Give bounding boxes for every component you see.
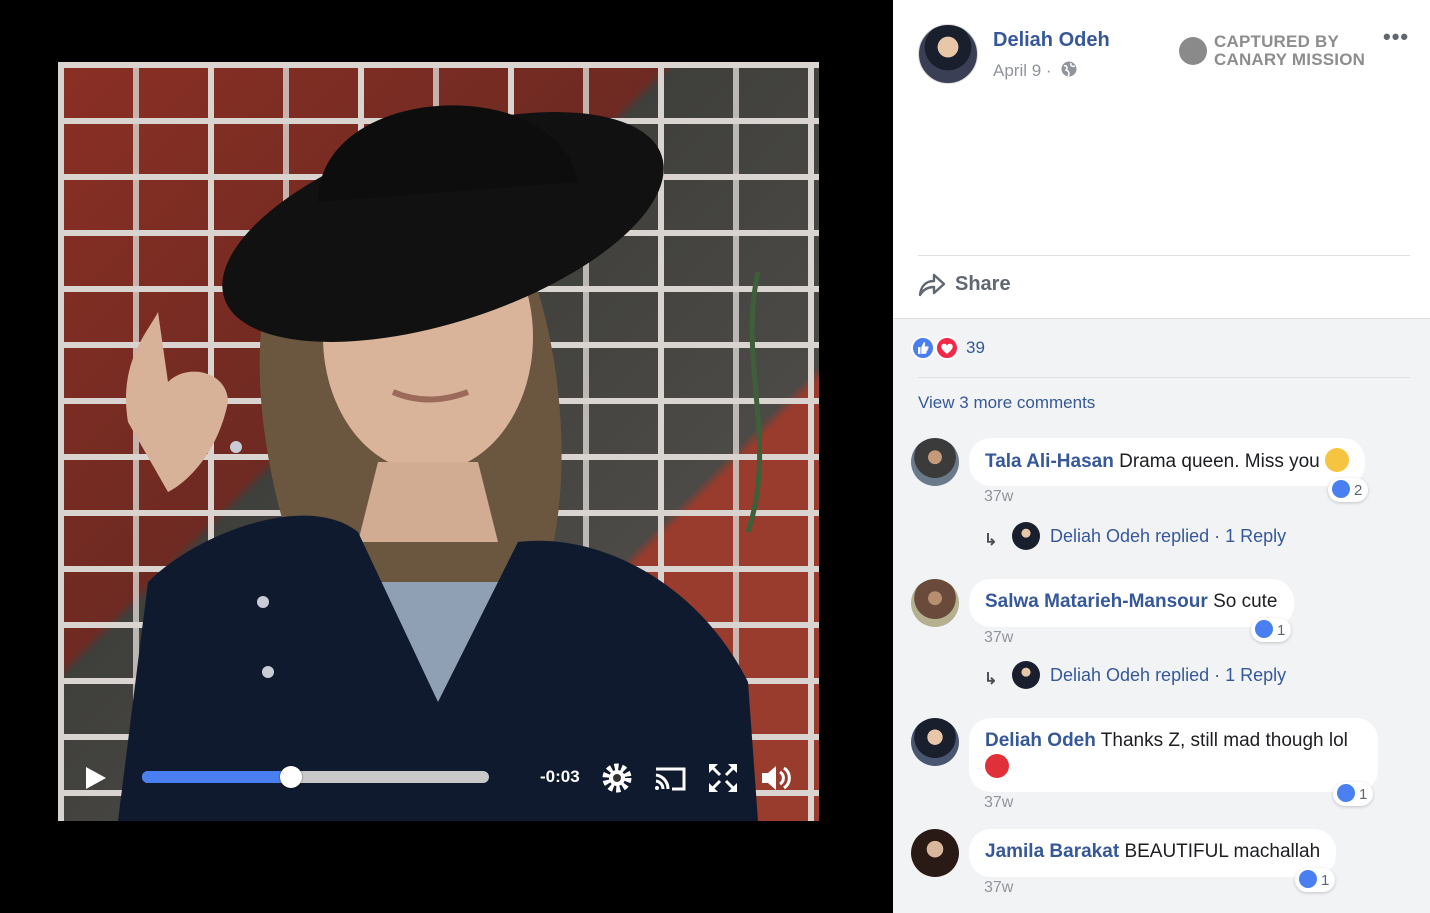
post-header: Deliah Odeh April 9 · CAPTURED BY CANARY… [893,0,1430,318]
reply-text: Deliah Odeh replied · 1 Reply [1050,526,1287,546]
commenter-avatar[interactable] [911,829,959,877]
video-frame-person [118,105,763,821]
seek-bar[interactable] [142,766,489,788]
comment-time[interactable]: 37w [984,879,1013,897]
reply-avatar [1012,522,1040,550]
commenter-name[interactable]: Salwa Matarieh-Mansour [985,591,1208,612]
comment-text: BEAUTIFUL machallah [1124,841,1321,862]
comment-like-count[interactable]: 1 [1251,618,1292,642]
seek-bar-progress [142,771,292,783]
comment-bubble: Salwa Matarieh-Mansour So cute [969,579,1294,627]
seek-handle[interactable] [280,766,303,788]
divider [918,377,1410,378]
comment-bubble: Tala Ali-Hasan Drama queen. Miss you [969,438,1366,486]
comment-bubble: Deliah Odeh Thanks Z, still mad though l… [969,718,1378,792]
video-controls: -0:03 [58,751,819,821]
play-icon[interactable] [82,765,108,791]
time-remaining: -0:03 [540,767,580,786]
commenter-name[interactable]: Tala Ali-Hasan [985,451,1114,472]
video-player[interactable]: -0:03 [58,62,819,821]
fullscreen-icon[interactable] [706,761,740,795]
comment-text: So cute [1213,591,1278,612]
post-panel: Deliah Odeh April 9 · CAPTURED BY CANARY… [893,0,1430,913]
comment-time[interactable]: 37w [984,629,1013,647]
post-date[interactable]: April 9 · [993,61,1052,81]
love-reaction-icon [935,336,959,360]
settings-gear-icon[interactable] [600,761,634,795]
author-name[interactable]: Deliah Odeh [993,29,1110,52]
commenter-avatar[interactable] [911,579,959,627]
share-arrow-icon [918,273,946,297]
share-label: Share [955,273,1011,295]
like-icon [1255,620,1273,638]
commenter-avatar[interactable] [911,718,959,766]
author-avatar[interactable] [918,24,978,84]
reply-avatar [1012,661,1040,689]
watermark-line1: CAPTURED BY [1214,32,1339,51]
commenter-avatar[interactable] [911,438,959,486]
globe-icon [1061,61,1077,77]
comment-time[interactable]: 37w [984,794,1013,812]
canary-badge-icon [1179,37,1207,65]
devil-face-emoji-icon [985,754,1009,778]
comments-section: 39 View 3 more comments Tala Ali-Hasan D… [893,318,1430,913]
reply-text: Deliah Odeh replied · 1 Reply [1050,665,1287,685]
view-more-comments-link[interactable]: View 3 more comments [918,393,1095,413]
watermark-line2: CANARY MISSION [1214,50,1366,69]
reply-arrow-icon: ↳ [984,532,998,549]
comment-like-count[interactable]: 1 [1333,782,1374,806]
comment-bubble: Jamila Barakat BEAUTIFUL machallah [969,829,1337,877]
commenter-name[interactable]: Jamila Barakat [985,841,1119,862]
like-icon [1332,480,1350,498]
comment-like-count[interactable]: 1 [1295,868,1336,892]
reply-arrow-icon: ↳ [984,671,998,688]
comment-text: Thanks Z, still mad though lol [1100,730,1348,751]
commenter-name[interactable]: Deliah Odeh [985,730,1096,751]
cast-icon[interactable] [653,761,687,795]
more-options-icon[interactable]: ••• [1383,24,1409,50]
kissing-face-emoji-icon [1325,448,1350,472]
reaction-count: 39 [966,338,985,357]
like-icon [1299,870,1317,888]
divider [918,255,1410,256]
comment-time[interactable]: 37w [984,488,1013,506]
volume-icon[interactable] [759,761,793,795]
like-icon [1337,784,1355,802]
like-reaction-icon [911,336,935,360]
video-stage: -0:03 [0,0,893,913]
comment-like-count[interactable]: 2 [1328,478,1369,502]
comment-text: Drama queen. Miss you [1119,451,1320,472]
